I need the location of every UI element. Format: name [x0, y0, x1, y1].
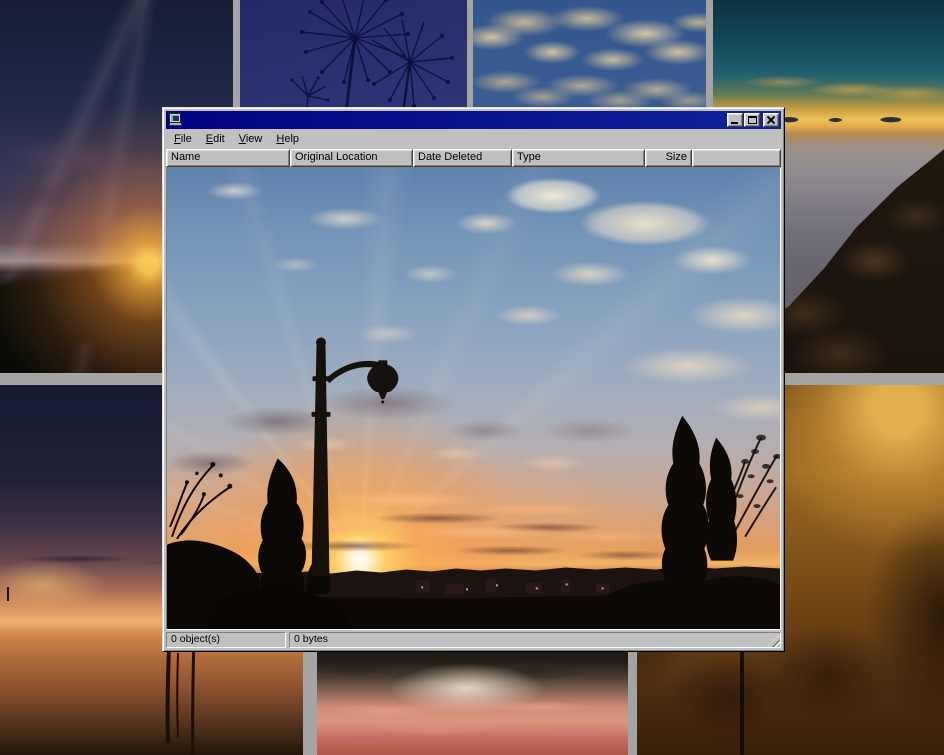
status-object-count: 0 object(s) [166, 632, 286, 648]
menu-view[interactable]: View [232, 131, 270, 148]
recycle-bin-window: File Edit View Help Name Original Locati… [162, 107, 785, 652]
minimize-button[interactable] [727, 113, 743, 127]
minimize-icon [731, 122, 738, 124]
foreground-silhouettes [167, 168, 780, 629]
maximize-button[interactable] [744, 113, 760, 127]
close-button[interactable] [763, 113, 779, 127]
computer-icon-screen [171, 115, 179, 121]
status-bar: 0 object(s) 0 bytes [166, 632, 781, 648]
column-header-type[interactable]: Type [512, 149, 645, 167]
status-total-size: 0 bytes [289, 632, 781, 648]
menu-help[interactable]: Help [269, 131, 306, 148]
menu-file[interactable]: File [167, 131, 199, 148]
computer-icon-monitor [169, 113, 181, 123]
menu-bar: File Edit View Help [166, 129, 781, 149]
computer-icon [168, 113, 182, 127]
close-icon [766, 116, 776, 125]
file-list-area [166, 167, 781, 630]
column-header-empty [692, 149, 781, 167]
column-headers: Name Original Location Date Deleted Type… [166, 149, 781, 167]
menu-edit[interactable]: Edit [199, 131, 232, 148]
maximize-icon [748, 116, 757, 124]
column-header-name[interactable]: Name [166, 149, 290, 167]
column-header-original-location[interactable]: Original Location [290, 149, 413, 167]
column-header-date-deleted[interactable]: Date Deleted [413, 149, 512, 167]
window-titlebar[interactable] [166, 111, 781, 129]
window-controls [727, 113, 779, 127]
computer-icon-base [169, 123, 182, 126]
column-header-size[interactable]: Size [645, 149, 692, 167]
desktop: File Edit View Help Name Original Locati… [0, 0, 944, 755]
